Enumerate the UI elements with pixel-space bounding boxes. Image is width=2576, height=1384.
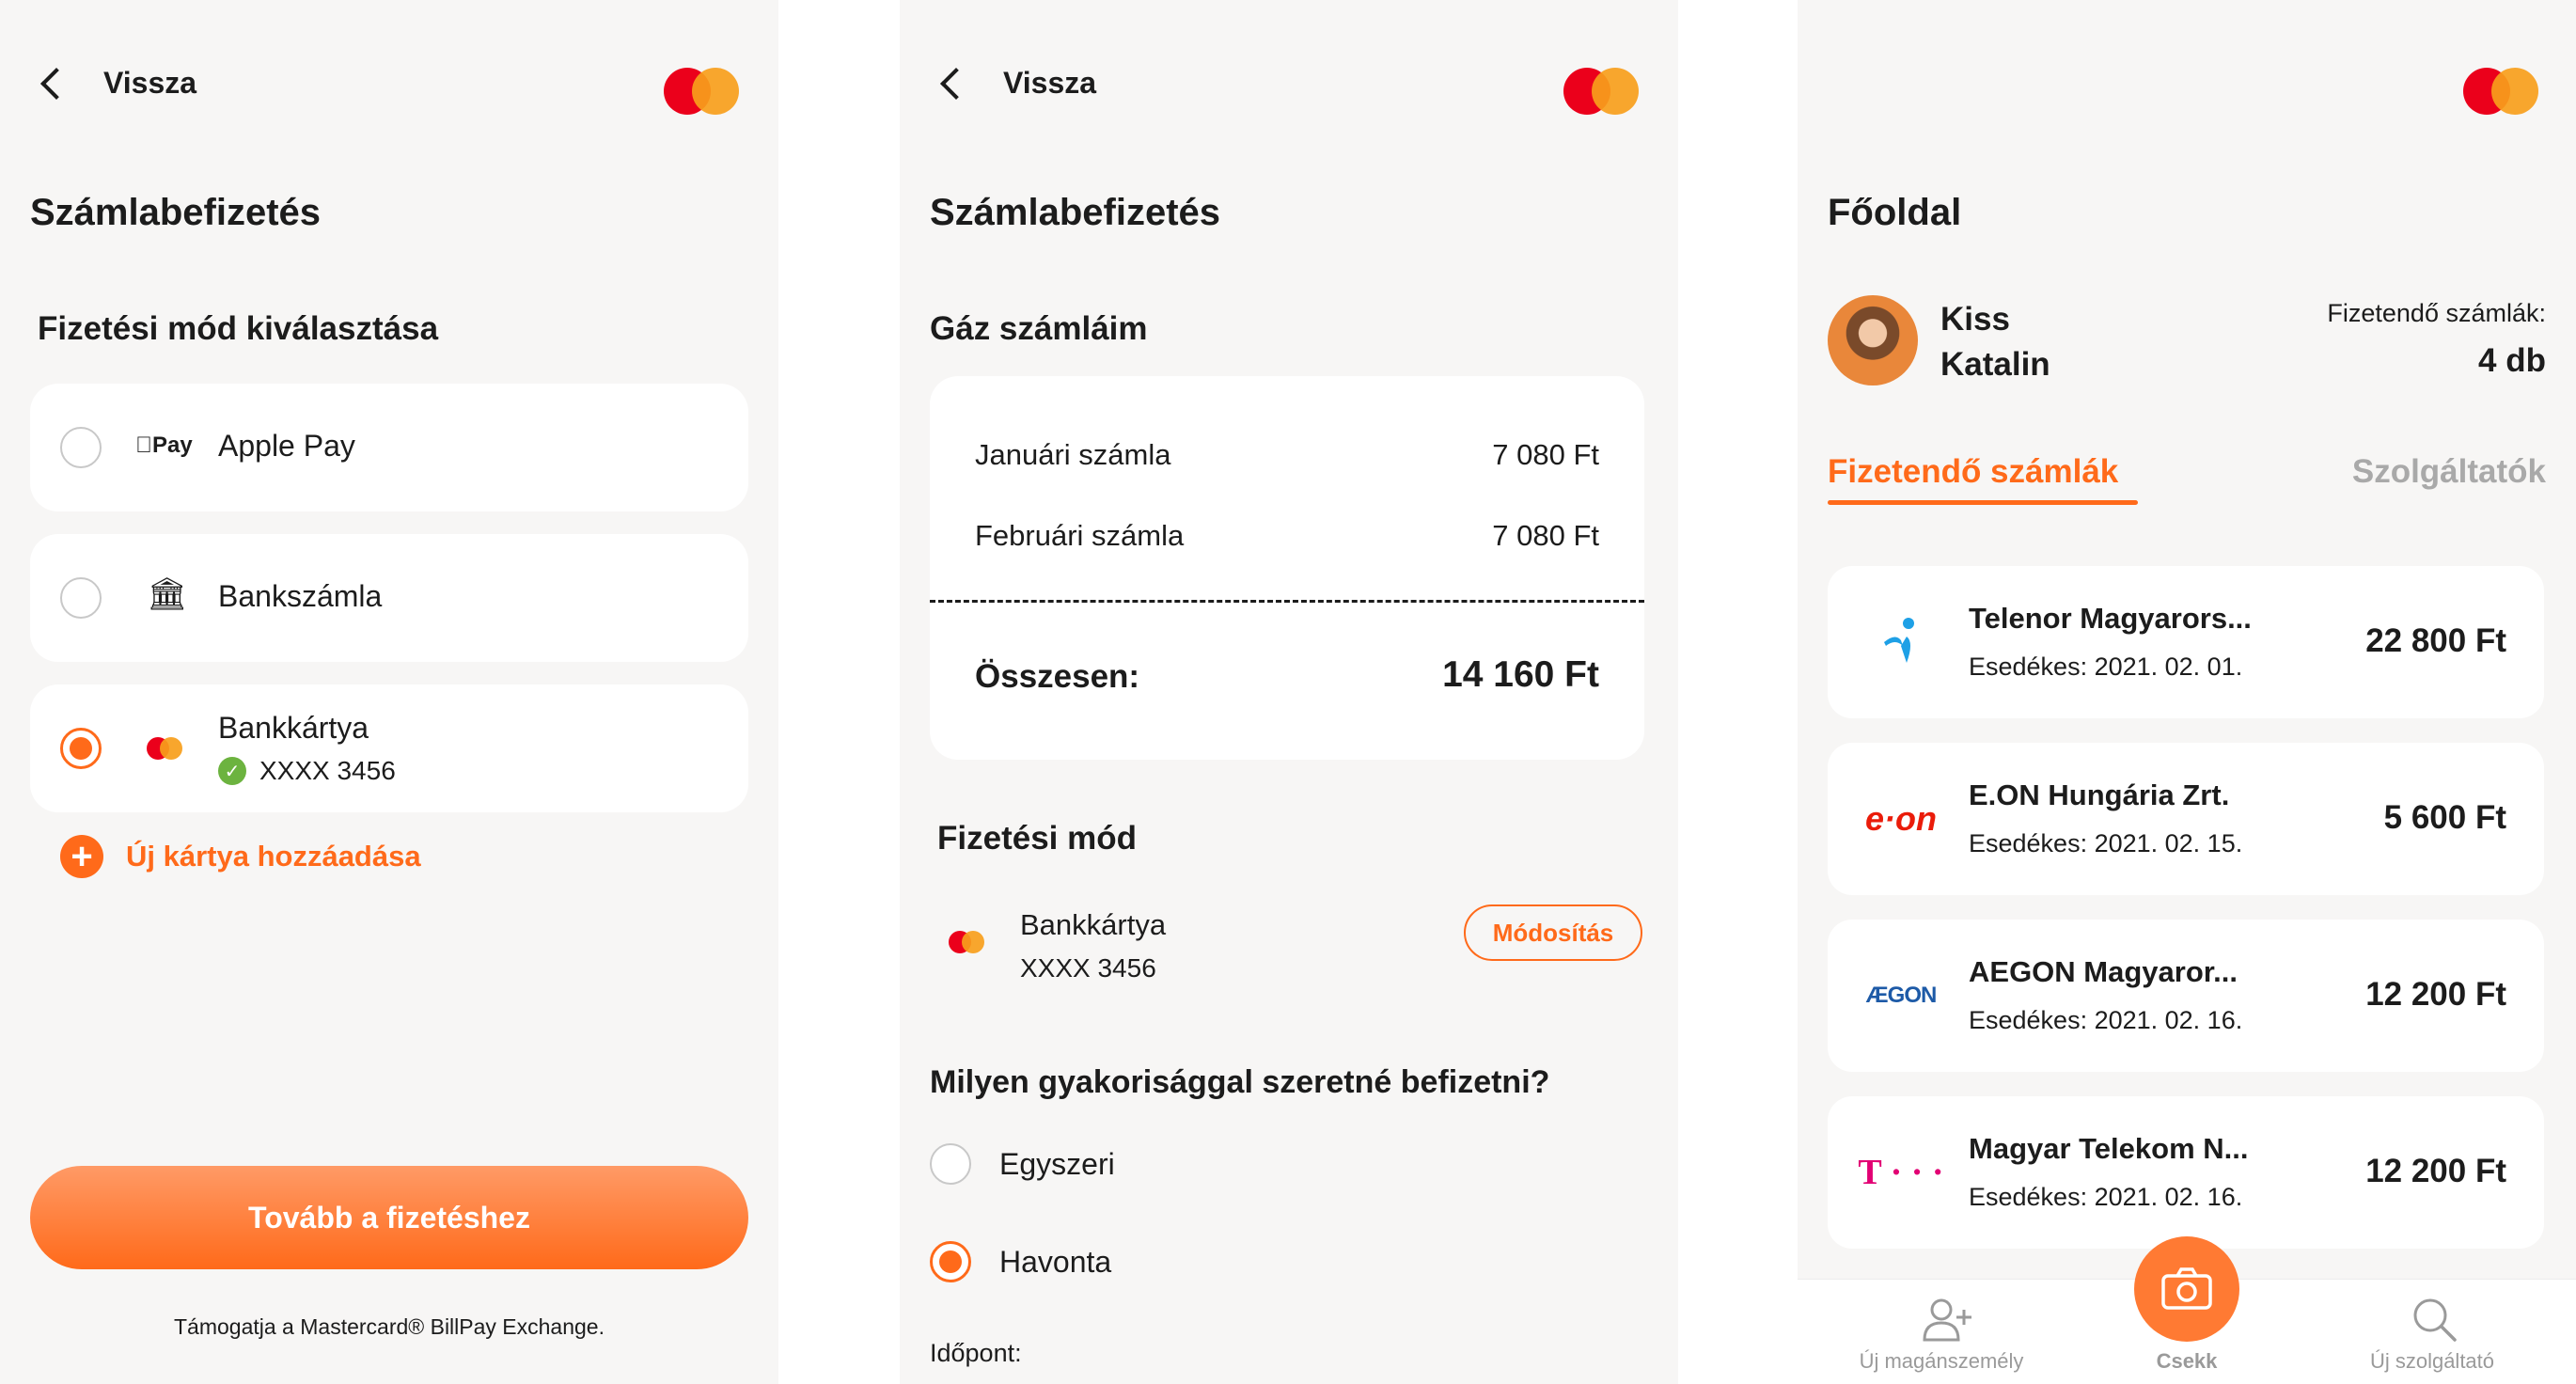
section-title: Gáz számláim — [930, 310, 1148, 347]
active-tab-indicator — [1828, 500, 2138, 505]
bills-card: Januári számla 7 080 Ft Februári számla … — [930, 376, 1644, 760]
bill-amount: 5 600 Ft — [2383, 799, 2506, 836]
due-bills-label: Fizetendő számlák: — [2327, 299, 2546, 327]
eon-logo: e·on — [1865, 799, 1937, 838]
page-title: Számlabefizetés — [30, 192, 322, 233]
card-number-row: ✓ XXXX 3456 — [218, 756, 396, 786]
option-bank-account[interactable]: 🏛 Bankszámla — [30, 534, 748, 662]
card-number: XXXX 3456 — [259, 756, 396, 785]
option-label: Bankkártya — [218, 711, 369, 745]
telenor-logo — [1854, 611, 1948, 673]
nav-label: Csekk — [2156, 1349, 2218, 1373]
check-icon: ✓ — [218, 757, 246, 785]
apple-pay-icon: Pay — [135, 432, 193, 458]
mastercard-icon — [147, 737, 182, 764]
payment-method-title: Fizetési mód — [937, 820, 1137, 857]
radio-apple-pay[interactable] — [60, 427, 102, 468]
add-person-icon — [1923, 1298, 1971, 1342]
mastercard-logo — [1563, 68, 1639, 115]
continue-button[interactable]: Tovább a fizetéshez — [30, 1166, 748, 1269]
bill-name: Februári számla — [975, 519, 1185, 552]
option-label: Bankszámla — [218, 579, 383, 613]
telekom-logo: T · · · — [1858, 1153, 1944, 1192]
frequency-option-once[interactable]: Egyszeri — [930, 1143, 1115, 1185]
option-label: Havonta — [999, 1244, 1112, 1279]
tab-due-bills[interactable]: Fizetendő számlák — [1828, 453, 2118, 491]
bill-provider-name: Magyar Telekom N... — [1969, 1132, 2249, 1165]
nav-check[interactable]: Csekk — [2065, 1236, 2309, 1384]
mastercard-logo — [2463, 68, 2538, 115]
payment-name: Bankkártya — [1020, 908, 1167, 941]
mastercard-icon — [949, 931, 984, 958]
bill-amount: 12 200 Ft — [2365, 976, 2506, 1013]
tab-providers[interactable]: Szolgáltatók — [2352, 453, 2546, 491]
time-label: Időpont: — [930, 1339, 1022, 1367]
add-card-label: Új kártya hozzáadása — [126, 840, 421, 873]
total-label: Összesen: — [975, 658, 1140, 695]
bill-due-date: Esedékes: 2021. 02. 16. — [1969, 1006, 2243, 1034]
back-button[interactable]: Vissza — [39, 66, 196, 101]
user-first-name: Kiss — [1940, 301, 2010, 338]
bill-amount: 7 080 Ft — [1492, 519, 1599, 552]
mastercard-logo — [664, 68, 739, 115]
search-icon — [2413, 1298, 2457, 1342]
bill-card-eon[interactable]: e·on E.ON Hungária Zrt. Esedékes: 2021. … — [1828, 743, 2544, 895]
back-label: Vissza — [1003, 66, 1097, 100]
bill-amount: 22 800 Ft — [2365, 622, 2506, 659]
bill-provider-name: E.ON Hungária Zrt. — [1969, 778, 2230, 811]
page-title: Főoldal — [1828, 192, 1962, 233]
page-title: Számlabefizetés — [930, 192, 1221, 233]
aegon-logo: ÆGON — [1865, 983, 1938, 1008]
bank-icon: 🏛 — [147, 576, 188, 612]
radio-bank-card[interactable] — [60, 728, 102, 769]
bill-provider-name: AEGON Magyaror... — [1969, 955, 2238, 988]
section-title: Fizetési mód kiválasztása — [38, 310, 439, 347]
bill-due-date: Esedékes: 2021. 02. 01. — [1969, 653, 2243, 681]
bill-amount: 12 200 Ft — [2365, 1153, 2506, 1189]
footer-note: Támogatja a Mastercard® BillPay Exchange… — [174, 1314, 605, 1339]
nav-new-provider[interactable]: Új szolgáltató — [2310, 1280, 2554, 1384]
camera-icon — [2161, 1267, 2212, 1310]
option-label: Egyszeri — [999, 1146, 1115, 1181]
option-label: Apple Pay — [218, 429, 355, 463]
camera-button[interactable] — [2134, 1236, 2239, 1342]
chevron-left-icon — [40, 67, 72, 100]
back-button[interactable]: Vissza — [939, 66, 1096, 101]
radio-bank-account[interactable] — [60, 577, 102, 619]
plus-icon: + — [60, 835, 103, 878]
chevron-left-icon — [940, 67, 972, 100]
bill-summary-screen: Vissza Számlabefizetés Gáz számláim Janu… — [900, 0, 1678, 1384]
option-bank-card[interactable]: Bankkártya ✓ XXXX 3456 — [30, 684, 748, 812]
divider — [930, 600, 1644, 603]
payment-method-screen: Vissza Számlabefizetés Fizetési mód kivá… — [0, 0, 778, 1384]
user-last-name: Katalin — [1940, 346, 2050, 383]
bill-card-aegon[interactable]: ÆGON AEGON Magyaror... Esedékes: 2021. 0… — [1828, 920, 2544, 1072]
frequency-question: Milyen gyakorisággal szeretné befizetni? — [930, 1064, 1550, 1100]
home-screen: Főoldal Kiss Katalin Fizetendő számlák: … — [1798, 0, 2576, 1384]
bill-name: Januári számla — [975, 438, 1171, 471]
bill-provider-name: Telenor Magyarors... — [1969, 602, 2252, 635]
back-label: Vissza — [103, 66, 197, 100]
bill-card-telenor[interactable]: Telenor Magyarors... Esedékes: 2021. 02.… — [1828, 566, 2544, 718]
nav-label: Új szolgáltató — [2369, 1349, 2495, 1373]
add-card-link[interactable]: + Új kártya hozzáadása — [60, 835, 421, 878]
nav-label: Új magánszemély — [1859, 1349, 2024, 1373]
radio-once[interactable] — [930, 1143, 971, 1185]
nav-new-person[interactable]: Új magánszemély — [1819, 1280, 2064, 1384]
bottom-navigation: Új magánszemély Csekk Új szolgáltató — [1798, 1236, 2576, 1384]
bill-due-date: Esedékes: 2021. 02. 16. — [1969, 1183, 2243, 1211]
radio-monthly[interactable] — [930, 1241, 971, 1282]
frequency-option-monthly[interactable]: Havonta — [930, 1241, 1111, 1282]
due-bills-count: 4 db — [2478, 342, 2546, 379]
option-apple-pay[interactable]: Pay Apple Pay — [30, 384, 748, 511]
total-amount: 14 160 Ft — [1442, 654, 1599, 695]
modify-button[interactable]: Módosítás — [1464, 904, 1642, 961]
avatar[interactable] — [1828, 295, 1918, 385]
payment-card-number: XXXX 3456 — [1020, 953, 1156, 983]
bill-amount: 7 080 Ft — [1492, 438, 1599, 471]
bill-due-date: Esedékes: 2021. 02. 15. — [1969, 829, 2243, 857]
bill-card-telekom[interactable]: T · · · Magyar Telekom N... Esedékes: 20… — [1828, 1096, 2544, 1249]
